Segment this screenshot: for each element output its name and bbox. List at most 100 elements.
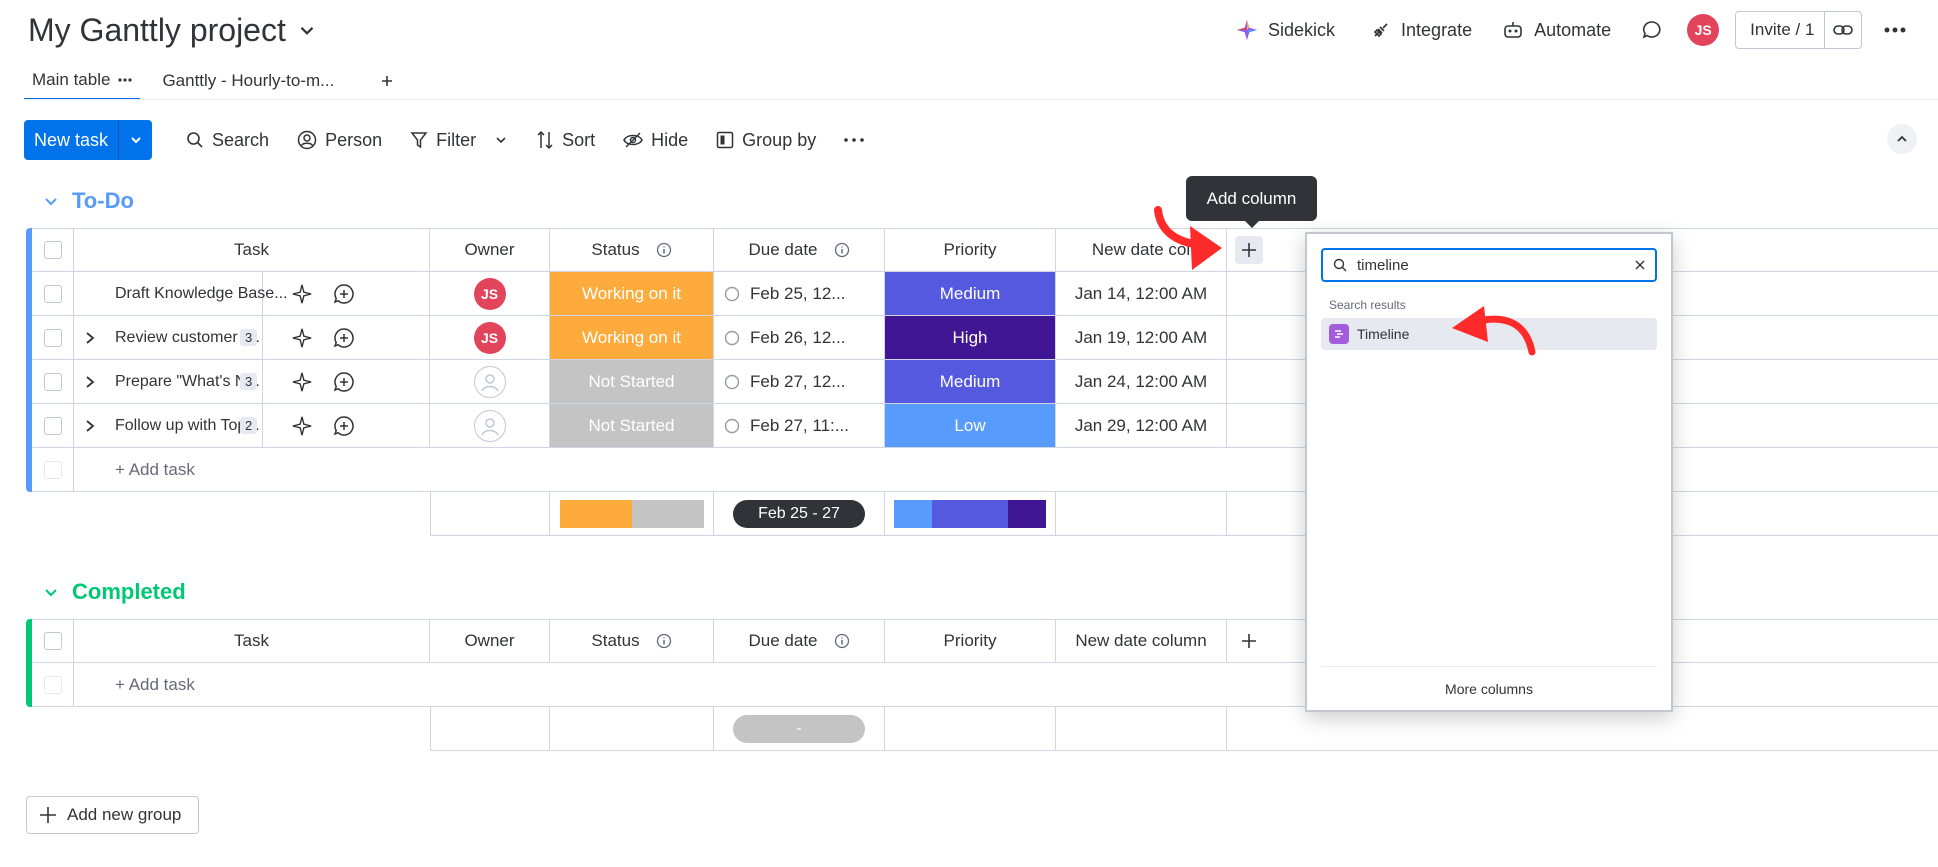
collapse-header-button[interactable] xyxy=(1887,124,1917,154)
chevron-down-icon[interactable] xyxy=(494,133,508,147)
sidekick-button[interactable]: Sidekick xyxy=(1228,12,1343,48)
column-header-owner[interactable]: Owner xyxy=(430,228,550,272)
column-header-status[interactable]: Status xyxy=(550,228,714,272)
status-distribution-bar[interactable] xyxy=(559,499,704,528)
tab-main-table[interactable]: Main table xyxy=(24,62,141,100)
search-value[interactable]: timeline xyxy=(1357,257,1409,274)
add-task-label[interactable]: + Add task xyxy=(115,460,195,480)
task-name[interactable]: Prepare "What's N... xyxy=(115,373,260,391)
integrate-button[interactable]: Integrate xyxy=(1363,12,1480,48)
add-update-icon[interactable] xyxy=(333,327,355,349)
task-name-cell[interactable]: Draft Knowledge Base... xyxy=(74,271,288,316)
empty-avatar[interactable] xyxy=(473,365,506,398)
column-header-priority[interactable]: Priority xyxy=(885,228,1056,272)
column-header-due-date[interactable]: Due date xyxy=(714,619,885,663)
add-update-icon[interactable] xyxy=(333,415,355,437)
status-cell[interactable]: Not Started xyxy=(550,404,714,448)
empty-avatar[interactable] xyxy=(473,409,506,442)
due-date-range-pill[interactable]: Feb 25 - 27 xyxy=(733,499,865,528)
column-header-new-date[interactable]: New date column xyxy=(1056,619,1227,663)
sort-button[interactable]: Sort xyxy=(522,120,609,160)
group-title[interactable]: To-Do xyxy=(72,188,134,214)
checkbox[interactable] xyxy=(43,416,62,435)
table-row[interactable]: Prepare "What's N... 3 xyxy=(74,359,430,404)
sparkle-icon[interactable] xyxy=(291,283,313,305)
subitems-count-badge[interactable]: 3 xyxy=(240,329,258,346)
row-checkbox-cell[interactable] xyxy=(32,272,74,316)
subitems-count-badge[interactable]: 2 xyxy=(240,417,258,434)
circle-icon[interactable] xyxy=(724,418,740,434)
due-date-cell[interactable]: Feb 27, 12... xyxy=(714,360,885,404)
search-button[interactable]: Search xyxy=(172,120,283,160)
priority-cell[interactable]: High xyxy=(885,316,1056,360)
row-checkbox-cell[interactable] xyxy=(32,360,74,404)
checkbox[interactable] xyxy=(43,240,62,259)
due-date-cell[interactable]: Feb 27, 11:... xyxy=(714,404,885,448)
new-date-cell[interactable]: Jan 24, 12:00 AM xyxy=(1056,360,1227,404)
column-header-status[interactable]: Status xyxy=(550,619,714,663)
select-all-checkbox-cell[interactable] xyxy=(32,619,74,663)
owner-cell[interactable] xyxy=(430,404,550,448)
add-view-button[interactable] xyxy=(372,62,402,100)
close-icon[interactable] xyxy=(1635,260,1645,270)
info-icon[interactable] xyxy=(656,242,672,258)
circle-icon[interactable] xyxy=(724,286,740,302)
group-by-button[interactable]: Group by xyxy=(702,120,830,160)
table-row[interactable]: Follow up with Top... 2 xyxy=(74,403,430,448)
board-title[interactable]: My Ganttly project xyxy=(28,12,286,49)
due-date-cell[interactable]: Feb 25, 12... xyxy=(714,272,885,316)
table-row[interactable]: Review customer f... 3 xyxy=(74,315,430,360)
chevron-down-icon[interactable] xyxy=(42,583,60,601)
more-columns-button[interactable]: More columns xyxy=(1321,666,1657,710)
new-task-label[interactable]: New task xyxy=(24,120,118,160)
column-search-input[interactable]: timeline xyxy=(1321,248,1657,282)
tab-ganttly[interactable]: Ganttly - Hourly-to-m... xyxy=(154,62,342,100)
chevron-right-icon[interactable] xyxy=(84,331,96,345)
checkbox[interactable] xyxy=(43,372,62,391)
owner-cell[interactable]: JS xyxy=(430,316,550,360)
column-header-priority[interactable]: Priority xyxy=(885,619,1056,663)
more-dots-icon[interactable] xyxy=(118,78,133,82)
new-task-dropdown[interactable] xyxy=(118,120,152,160)
new-date-cell[interactable]: Jan 14, 12:00 AM xyxy=(1056,272,1227,316)
summary-status[interactable] xyxy=(550,492,714,536)
column-header-task[interactable]: Task xyxy=(74,619,430,663)
task-name-cell[interactable]: Follow up with Top... 2 xyxy=(74,403,264,448)
info-icon[interactable] xyxy=(656,633,672,649)
column-header-due-date[interactable]: Due date xyxy=(714,228,885,272)
select-all-checkbox-cell[interactable] xyxy=(32,228,74,272)
invite-button[interactable]: Invite / 1 xyxy=(1735,11,1863,49)
toolbar-more-button[interactable] xyxy=(830,120,878,160)
user-avatar[interactable]: JS xyxy=(1679,12,1727,48)
more-options-button[interactable] xyxy=(1876,12,1914,48)
circle-icon[interactable] xyxy=(724,330,740,346)
person-filter-button[interactable]: Person xyxy=(283,120,396,160)
chevron-down-icon[interactable] xyxy=(42,192,60,210)
copy-link-button[interactable] xyxy=(1825,12,1861,48)
add-task-label[interactable]: + Add task xyxy=(115,675,195,695)
new-date-cell[interactable]: Jan 19, 12:00 AM xyxy=(1056,316,1227,360)
add-update-icon[interactable] xyxy=(333,283,355,305)
add-new-group-button[interactable]: Add new group xyxy=(26,796,199,834)
info-icon[interactable] xyxy=(834,242,850,258)
row-checkbox-cell[interactable] xyxy=(32,404,74,448)
priority-cell[interactable]: Medium xyxy=(885,360,1056,404)
info-icon[interactable] xyxy=(834,633,850,649)
chevron-down-icon[interactable] xyxy=(296,19,318,41)
priority-cell[interactable]: Low xyxy=(885,404,1056,448)
status-cell[interactable]: Working on it xyxy=(550,316,714,360)
row-checkbox-cell[interactable] xyxy=(32,316,74,360)
checkbox[interactable] xyxy=(43,631,62,650)
chevron-right-icon[interactable] xyxy=(84,419,96,433)
task-name[interactable]: Draft Knowledge Base... xyxy=(115,285,288,303)
summary-due-date[interactable]: - xyxy=(714,707,885,751)
chevron-right-icon[interactable] xyxy=(84,375,96,389)
add-update-icon[interactable] xyxy=(333,371,355,393)
due-date-range-pill[interactable]: - xyxy=(733,714,865,743)
updates-button[interactable] xyxy=(1633,12,1671,48)
checkbox[interactable] xyxy=(43,328,62,347)
hide-button[interactable]: Hide xyxy=(609,120,702,160)
automate-button[interactable]: Automate xyxy=(1494,12,1619,48)
summary-due-date[interactable]: Feb 25 - 27 xyxy=(714,492,885,536)
add-column-button[interactable] xyxy=(1235,627,1263,655)
